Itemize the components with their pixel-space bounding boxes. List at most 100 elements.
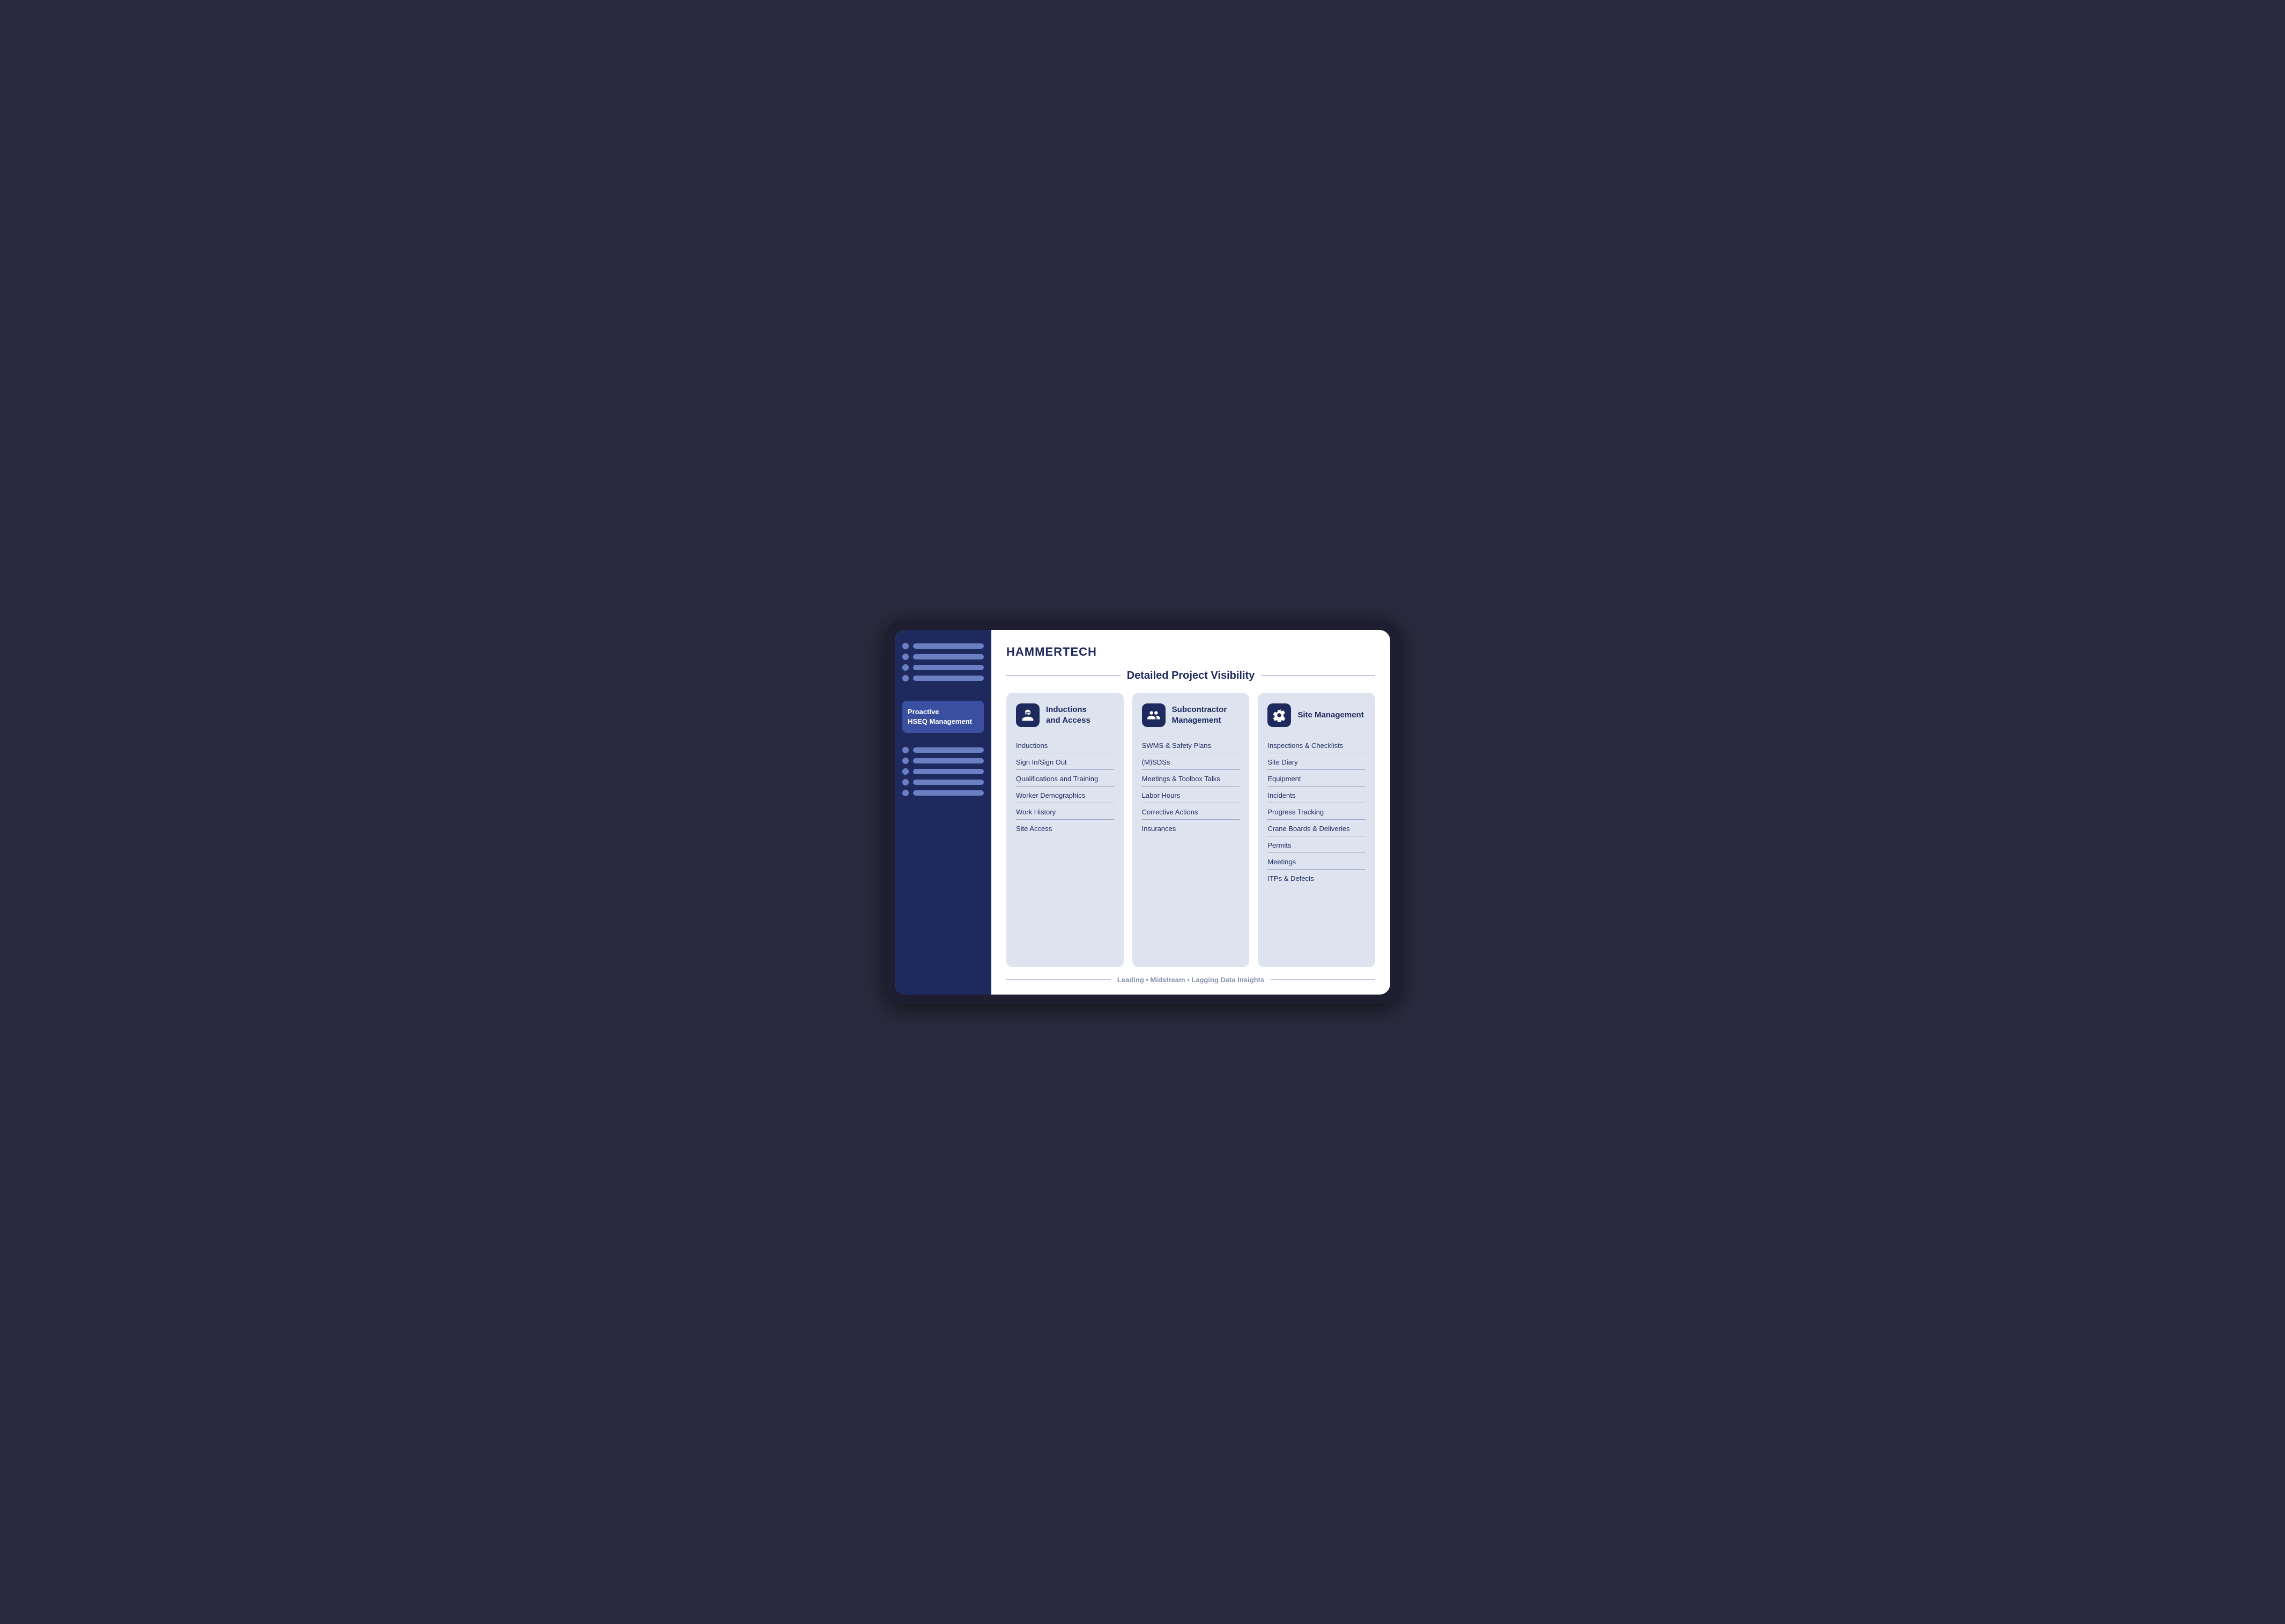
list-item: Equipment xyxy=(1267,770,1366,787)
sidebar-dot xyxy=(902,643,909,649)
cards-container: Inductionsand Access Inductions Sign In/… xyxy=(1006,693,1375,967)
inductions-items: Inductions Sign In/Sign Out Qualificatio… xyxy=(1016,737,1114,836)
item-labor-hours: Labor Hours xyxy=(1142,787,1240,803)
sidebar-bar xyxy=(913,665,984,670)
sidebar-dot xyxy=(902,675,909,681)
sidebar-dot xyxy=(902,747,909,753)
card-subcontractor-header: SubcontractorManagement xyxy=(1142,703,1240,727)
list-item: Incidents xyxy=(1267,787,1366,803)
inductions-icon xyxy=(1016,703,1040,727)
card-subcontractor: SubcontractorManagement SWMS & Safety Pl… xyxy=(1132,693,1250,967)
list-item: Qualifications and Training xyxy=(1016,770,1114,787)
list-item: Site Access xyxy=(1016,820,1114,836)
site-items: Inspections & Checklists Site Diary Equi… xyxy=(1267,737,1366,886)
item-crane-boards: Crane Boards & Deliveries xyxy=(1267,820,1366,836)
sidebar-bar xyxy=(913,676,984,681)
device-frame: ProactiveHSEQ Management xyxy=(885,620,1400,1004)
sidebar-item-4[interactable] xyxy=(902,675,984,681)
sidebar-bar xyxy=(913,780,984,785)
sidebar-dot xyxy=(902,790,909,796)
item-incidents: Incidents xyxy=(1267,787,1366,803)
title-line-left xyxy=(1006,675,1121,676)
item-site-access: Site Access xyxy=(1016,820,1114,836)
subcontractor-items: SWMS & Safety Plans (M)SDSs Meetings & T… xyxy=(1142,737,1240,836)
item-worker-demographics: Worker Demographics xyxy=(1016,787,1114,803)
item-work-history: Work History xyxy=(1016,803,1114,819)
sidebar-item-1[interactable] xyxy=(902,643,984,649)
sidebar-dot xyxy=(902,758,909,764)
sidebar-bar xyxy=(913,758,984,763)
item-permits: Permits xyxy=(1267,836,1366,852)
item-meetings: Meetings xyxy=(1267,853,1366,869)
item-qualifications: Qualifications and Training xyxy=(1016,770,1114,786)
list-item: ITPs & Defects xyxy=(1267,870,1366,886)
item-swms: SWMS & Safety Plans xyxy=(1142,737,1240,753)
item-corrective-actions: Corrective Actions xyxy=(1142,803,1240,819)
sidebar-dot xyxy=(902,779,909,785)
item-progress-tracking: Progress Tracking xyxy=(1267,803,1366,819)
item-insurances: Insurances xyxy=(1142,820,1240,836)
list-item: Worker Demographics xyxy=(1016,787,1114,803)
sidebar-bar xyxy=(913,654,984,659)
sidebar-dot xyxy=(902,664,909,671)
title-line-right xyxy=(1261,675,1375,676)
item-msdss: (M)SDSs xyxy=(1142,753,1240,769)
list-item: Sign In/Sign Out xyxy=(1016,753,1114,770)
footer-line-left xyxy=(1006,979,1111,980)
card-site-header: Site Management xyxy=(1267,703,1366,727)
card-inductions-header: Inductionsand Access xyxy=(1016,703,1114,727)
sidebar-dot xyxy=(902,768,909,775)
list-item: SWMS & Safety Plans xyxy=(1142,737,1240,753)
sidebar-bar xyxy=(913,643,984,649)
sidebar-item-9[interactable] xyxy=(902,790,984,796)
site-title: Site Management xyxy=(1297,710,1363,721)
list-item: Progress Tracking xyxy=(1267,803,1366,820)
list-item: Labor Hours xyxy=(1142,787,1240,803)
list-item: Meetings & Toolbox Talks xyxy=(1142,770,1240,787)
card-inductions: Inductionsand Access Inductions Sign In/… xyxy=(1006,693,1124,967)
item-meetings-toolbox: Meetings & Toolbox Talks xyxy=(1142,770,1240,786)
sidebar: ProactiveHSEQ Management xyxy=(895,630,991,995)
device-inner: ProactiveHSEQ Management xyxy=(895,630,1390,995)
sidebar-active-label: ProactiveHSEQ Management xyxy=(908,707,978,726)
sidebar-item-8[interactable] xyxy=(902,779,984,785)
header: HAMMERTECH xyxy=(1006,645,1375,659)
footer-row: Leading • Midstream • Lagging Data Insig… xyxy=(1006,976,1375,984)
site-icon xyxy=(1267,703,1291,727)
item-inductions: Inductions xyxy=(1016,737,1114,753)
section-title: Detailed Project Visibility xyxy=(1127,670,1255,682)
sidebar-item-5[interactable] xyxy=(902,747,984,753)
card-site: Site Management Inspections & Checklists… xyxy=(1258,693,1375,967)
sidebar-item-6[interactable] xyxy=(902,758,984,764)
list-item: Site Diary xyxy=(1267,753,1366,770)
sidebar-bar xyxy=(913,769,984,774)
sidebar-item-7[interactable] xyxy=(902,768,984,775)
list-item: (M)SDSs xyxy=(1142,753,1240,770)
sidebar-item-3[interactable] xyxy=(902,664,984,671)
inductions-title: Inductionsand Access xyxy=(1046,705,1090,725)
item-sign-in: Sign In/Sign Out xyxy=(1016,753,1114,769)
sidebar-top-menu xyxy=(902,643,984,681)
list-item: Inspections & Checklists xyxy=(1267,737,1366,753)
item-inspections: Inspections & Checklists xyxy=(1267,737,1366,753)
site-svg xyxy=(1272,708,1286,722)
main-content: HAMMERTECH Detailed Project Visibility xyxy=(991,630,1390,995)
list-item: Meetings xyxy=(1267,853,1366,870)
item-site-diary: Site Diary xyxy=(1267,753,1366,769)
sidebar-bar xyxy=(913,747,984,753)
list-item: Work History xyxy=(1016,803,1114,820)
sidebar-item-2[interactable] xyxy=(902,654,984,660)
list-item: Corrective Actions xyxy=(1142,803,1240,820)
list-item: Inductions xyxy=(1016,737,1114,753)
list-item: Insurances xyxy=(1142,820,1240,836)
inductions-svg xyxy=(1021,708,1035,722)
subcontractor-svg xyxy=(1147,708,1161,722)
subcontractor-icon xyxy=(1142,703,1166,727)
footer-text: Leading • Midstream • Lagging Data Insig… xyxy=(1117,976,1264,984)
list-item: Permits xyxy=(1267,836,1366,853)
subcontractor-title: SubcontractorManagement xyxy=(1172,705,1227,725)
sidebar-bar xyxy=(913,790,984,796)
sidebar-active-section[interactable]: ProactiveHSEQ Management xyxy=(902,701,984,733)
section-title-row: Detailed Project Visibility xyxy=(1006,670,1375,682)
list-item: Crane Boards & Deliveries xyxy=(1267,820,1366,836)
